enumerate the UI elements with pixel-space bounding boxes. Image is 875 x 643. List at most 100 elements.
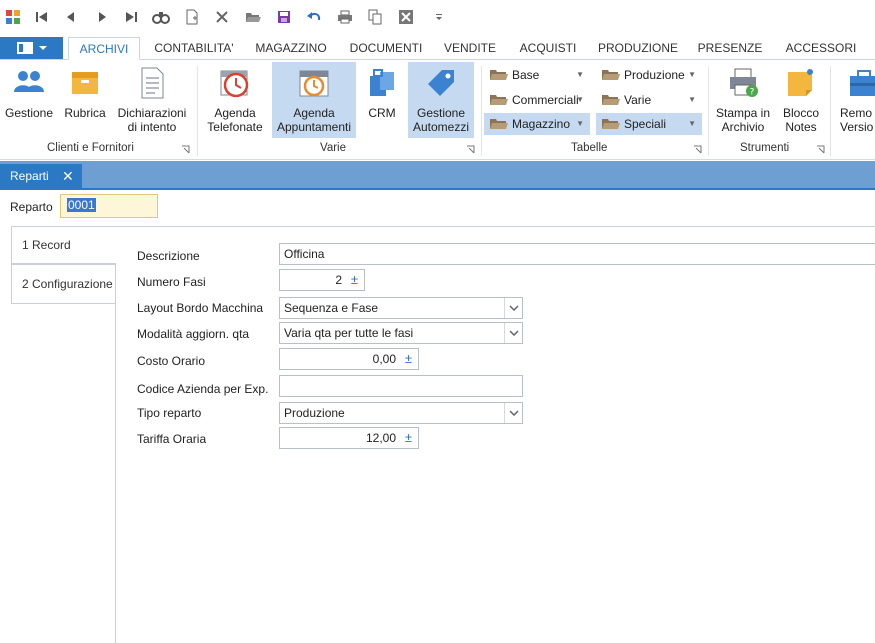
spin-icon[interactable]: ± <box>405 428 412 448</box>
tipo-reparto-select[interactable]: Produzione <box>279 402 523 424</box>
gestione-automezzi-button[interactable]: Gestione Automezzi <box>408 62 474 138</box>
customize-dropdown-icon[interactable] <box>430 8 448 26</box>
numero-fasi-value: 2 <box>335 273 342 287</box>
numero-fasi-label: Numero Fasi <box>137 275 206 289</box>
document-tab-strip <box>0 161 875 190</box>
tabelle-base-label: Base <box>512 68 540 82</box>
document-icon <box>141 67 164 99</box>
app-logo-icon[interactable] <box>4 8 22 26</box>
next-record-icon[interactable] <box>93 8 111 26</box>
spin-icon[interactable]: ± <box>405 349 412 369</box>
new-document-icon[interactable] <box>183 8 201 26</box>
document-tab-reparti[interactable]: Reparti ✕ <box>0 164 82 190</box>
print-icon[interactable] <box>336 8 354 26</box>
layout-bordo-select[interactable]: Sequenza e Fase <box>279 297 523 319</box>
tab-magazzino[interactable]: MAGAZZINO <box>250 37 332 60</box>
blocco-notes-button[interactable]: Blocco Notes <box>778 62 824 138</box>
descrizione-value: Officina <box>284 247 325 261</box>
tariffa-oraria-label: Tariffa Oraria <box>137 432 207 446</box>
delete-icon[interactable] <box>213 8 231 26</box>
tab-vendite[interactable]: VENDITE <box>437 37 503 60</box>
svg-text:?: ? <box>750 88 755 98</box>
file-menu-icon <box>16 42 33 54</box>
open-folder-icon[interactable] <box>244 8 262 26</box>
group-separator <box>197 66 198 156</box>
chevron-down-icon[interactable] <box>504 403 522 423</box>
tab-contabilita[interactable]: CONTABILITA' <box>146 37 242 60</box>
codice-azienda-input[interactable] <box>279 375 523 397</box>
copy-icon[interactable] <box>366 8 384 26</box>
briefcase-icon <box>370 69 394 96</box>
dichiarazioni-label-line2: di intento <box>127 120 177 134</box>
descrizione-label: Descrizione <box>137 249 200 263</box>
tab-presenze[interactable]: PRESENZE <box>692 37 768 60</box>
rubrica-label: Rubrica <box>64 106 106 120</box>
tariffa-oraria-value: 12,00 <box>365 431 396 445</box>
agenda-appuntamenti-button[interactable]: Agenda Appuntamenti <box>272 62 356 138</box>
tariffa-oraria-input[interactable]: 12,00 ± <box>279 427 419 449</box>
dichiarazioni-button[interactable]: Dichiarazioni di intento <box>114 62 190 138</box>
remote-version-button[interactable]: Remo Versio <box>836 62 875 138</box>
folder-icon <box>490 119 508 129</box>
dialog-launcher-icon[interactable] <box>816 145 825 154</box>
record-page <box>115 226 875 643</box>
tab-record[interactable]: 1 Record <box>11 226 116 264</box>
dialog-launcher-icon[interactable] <box>181 145 190 154</box>
tabelle-commerciali-button[interactable]: Commerciali ▼ <box>484 89 590 111</box>
ribbon-panel: Gestione Rubrica Dichiarazioni di intent… <box>0 60 875 160</box>
find-icon[interactable] <box>152 8 170 26</box>
chevron-down-icon[interactable] <box>504 323 522 343</box>
dialog-launcher-icon[interactable] <box>466 145 475 154</box>
tabelle-speciali-button[interactable]: Speciali ▼ <box>596 113 702 135</box>
group-label-clienti: Clienti e Fornitori <box>47 142 134 154</box>
close-window-icon[interactable] <box>397 8 415 26</box>
dichiarazioni-label-line1: Dichiarazioni <box>117 106 187 120</box>
modalita-value: Varia qta per tutte le fasi <box>284 326 414 340</box>
tabelle-produzione-button[interactable]: Produzione ▼ <box>596 64 702 86</box>
descrizione-input[interactable]: Officina <box>279 243 875 265</box>
spin-icon[interactable]: ± <box>351 270 358 290</box>
group-separator <box>481 66 482 156</box>
agenda-appuntamenti-label-line1: Agenda <box>293 106 335 120</box>
costo-orario-label: Costo Orario <box>137 354 206 368</box>
chevron-down-icon[interactable] <box>504 298 522 318</box>
file-menu-button[interactable] <box>0 37 63 59</box>
print-archive-icon: ? <box>730 68 758 98</box>
tab-produzione[interactable]: PRODUZIONE <box>592 37 684 60</box>
tab-acquisti[interactable]: ACQUISTI <box>511 37 585 60</box>
tabelle-base-button[interactable]: Base ▼ <box>484 64 590 86</box>
undo-icon[interactable] <box>305 8 323 26</box>
tabelle-varie-label: Varie <box>624 93 652 107</box>
group-separator <box>708 66 709 156</box>
save-icon[interactable] <box>275 8 293 26</box>
chevron-down-icon <box>38 46 47 50</box>
tabelle-varie-button[interactable]: Varie ▼ <box>596 89 702 111</box>
agenda-telefonate-button[interactable]: Agenda Telefonate <box>202 62 268 138</box>
dialog-launcher-icon[interactable] <box>693 145 702 154</box>
stampa-in-archivio-button[interactable]: ? Stampa in Archivio <box>712 62 774 138</box>
tab-configurazione[interactable]: 2 Configurazione <box>11 264 116 304</box>
tab-accessori[interactable]: ACCESSORI <box>776 37 866 60</box>
numero-fasi-input[interactable]: 2 ± <box>279 269 365 291</box>
modalita-select[interactable]: Varia qta per tutte le fasi <box>279 322 523 344</box>
stampa-label-line1: Stampa in <box>715 106 771 120</box>
tabelle-produzione-label: Produzione <box>624 68 685 82</box>
crm-button[interactable]: CRM <box>360 62 404 138</box>
tabelle-speciali-label: Speciali <box>624 117 667 131</box>
quick-access-toolbar <box>0 0 875 34</box>
group-label-strumenti: Strumenti <box>740 142 790 154</box>
last-record-icon[interactable] <box>122 8 140 26</box>
gestione-button[interactable]: Gestione <box>2 62 56 138</box>
close-tab-icon[interactable]: ✕ <box>62 164 74 189</box>
calendar-clock-icon <box>220 70 249 98</box>
costo-orario-input[interactable]: 0,00 ± <box>279 348 419 370</box>
rubrica-button[interactable]: Rubrica <box>60 62 110 138</box>
tab-documenti[interactable]: DOCUMENTI <box>343 37 429 60</box>
first-record-icon[interactable] <box>33 8 51 26</box>
reparto-input[interactable]: 0001 <box>60 194 158 218</box>
folder-icon <box>602 119 620 129</box>
tab-archivi[interactable]: ARCHIVI <box>68 37 140 60</box>
folder-icon <box>602 70 620 80</box>
tabelle-magazzino-button[interactable]: Magazzino ▼ <box>484 113 590 135</box>
previous-record-icon[interactable] <box>62 8 80 26</box>
